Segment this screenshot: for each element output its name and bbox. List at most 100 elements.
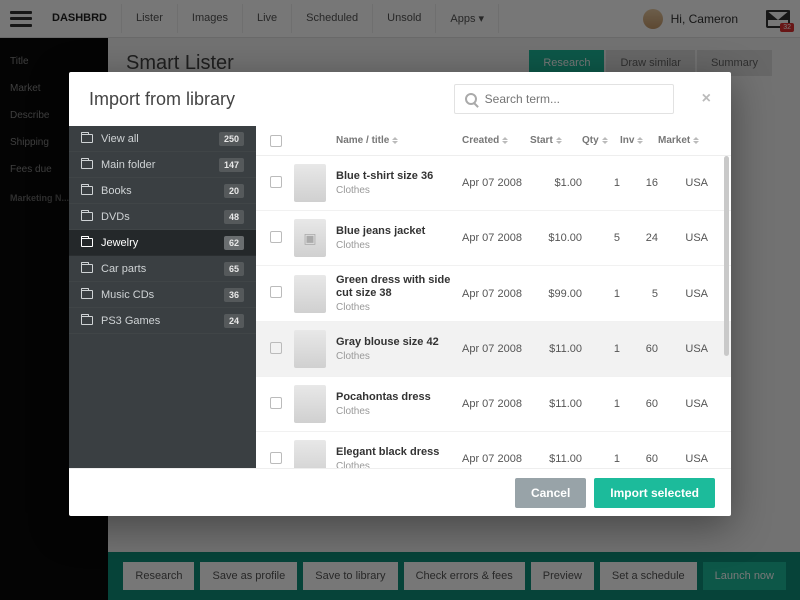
item-title: Blue jeans jacket <box>336 225 462 238</box>
table-row[interactable]: Elegant black dressClothesApr 07 2008$11… <box>256 432 731 468</box>
col-start[interactable]: Start <box>530 135 582 146</box>
folder-label: DVDs <box>101 211 130 223</box>
folder-label: PS3 Games <box>101 315 160 327</box>
folder-icon <box>81 264 93 273</box>
folder-books[interactable]: Books20 <box>69 178 256 204</box>
folder-music-cds[interactable]: Music CDs 36 <box>69 282 256 308</box>
item-category: Clothes <box>336 406 462 417</box>
col-name[interactable]: Name / title <box>336 135 462 146</box>
table-row[interactable]: Pocahontas dress ClothesApr 07 2008$11.00… <box>256 377 731 432</box>
table-row[interactable]: Blue t-shirt size 36ClothesApr 07 2008$1… <box>256 156 731 211</box>
search-input[interactable] <box>485 92 663 106</box>
cell-qty: 1 <box>582 398 620 410</box>
import-library-modal: Import from library × View all 250 Main fo… <box>69 72 731 516</box>
row-checkbox[interactable] <box>270 397 282 409</box>
search-field[interactable] <box>454 84 674 114</box>
item-category: Clothes <box>336 461 462 468</box>
row-checkbox[interactable] <box>270 342 282 354</box>
folder-icon <box>81 316 93 325</box>
item-thumbnail <box>294 275 326 313</box>
sort-icon <box>693 137 699 144</box>
cell-market: USA <box>658 343 708 355</box>
cell-qty: 5 <box>582 232 620 244</box>
cell-qty: 1 <box>582 343 620 355</box>
cell-start: $11.00 <box>530 343 582 355</box>
import-selected-button[interactable]: Import selected <box>594 478 715 508</box>
cell-created: Apr 07 2008 <box>462 177 530 189</box>
col-inv[interactable]: Inv <box>620 135 658 146</box>
row-checkbox[interactable] <box>270 452 282 464</box>
sort-icon <box>502 137 508 144</box>
folder-count: 147 <box>219 158 244 172</box>
folder-icon <box>81 134 93 143</box>
table-row[interactable]: Green dress with side cut size 38 Clothes… <box>256 266 731 322</box>
select-all-checkbox[interactable] <box>270 135 282 147</box>
folder-label: View all <box>101 133 139 145</box>
col-market[interactable]: Market <box>658 135 708 146</box>
search-icon <box>465 93 477 105</box>
folder-count: 36 <box>224 288 244 302</box>
folder-car-parts[interactable]: Car parts65 <box>69 256 256 282</box>
item-thumbnail <box>294 330 326 368</box>
folder-view-all[interactable]: View all 250 <box>69 126 256 152</box>
cell-market: USA <box>658 288 708 300</box>
item-title: Green dress with side cut size 38 <box>336 274 462 300</box>
folder-count: 65 <box>224 262 244 276</box>
folder-main-folder[interactable]: Main folder147 <box>69 152 256 178</box>
item-thumbnail <box>294 385 326 423</box>
table-row[interactable]: ▣Blue jeans jacketClothesApr 07 2008$10.… <box>256 211 731 266</box>
cell-start: $11.00 <box>530 398 582 410</box>
item-thumbnail <box>294 164 326 202</box>
folder-count: 24 <box>224 314 244 328</box>
item-title: Gray blouse size 42 <box>336 336 462 349</box>
item-title: Blue t-shirt size 36 <box>336 170 462 183</box>
cell-start: $11.00 <box>530 453 582 465</box>
folder-icon <box>81 186 93 195</box>
cell-market: USA <box>658 232 708 244</box>
cell-start: $10.00 <box>530 232 582 244</box>
cell-inv: 5 <box>620 288 658 300</box>
cell-qty: 1 <box>582 288 620 300</box>
row-checkbox[interactable] <box>270 286 282 298</box>
scrollbar[interactable] <box>724 156 729 356</box>
cell-market: USA <box>658 453 708 465</box>
folder-label: Music CDs <box>101 289 154 301</box>
sort-icon <box>556 137 562 144</box>
folder-dvds[interactable]: DVDs48 <box>69 204 256 230</box>
cell-created: Apr 07 2008 <box>462 453 530 465</box>
folder-jewelry[interactable]: Jewelry 62 <box>69 230 256 256</box>
item-title: Pocahontas dress <box>336 391 462 404</box>
col-qty[interactable]: Qty <box>582 135 620 146</box>
item-category: Clothes <box>336 240 462 251</box>
folder-label: Jewelry <box>101 237 138 249</box>
sort-icon <box>392 137 398 144</box>
folder-count: 62 <box>224 236 244 250</box>
folder-icon <box>81 290 93 299</box>
row-checkbox[interactable] <box>270 176 282 188</box>
row-checkbox[interactable] <box>270 231 282 243</box>
col-created[interactable]: Created <box>462 135 530 146</box>
table-row[interactable]: Gray blouse size 42ClothesApr 07 2008$11… <box>256 322 731 377</box>
items-table: Name / title Created Start Qty Inv Marke… <box>256 126 731 468</box>
cell-qty: 1 <box>582 177 620 189</box>
item-category: Clothes <box>336 302 462 313</box>
folder-count: 20 <box>224 184 244 198</box>
cell-start: $1.00 <box>530 177 582 189</box>
sort-icon <box>602 137 608 144</box>
folder-ps3-games[interactable]: PS3 Games 24 <box>69 308 256 334</box>
folder-icon <box>81 238 93 247</box>
cancel-button[interactable]: Cancel <box>515 478 586 508</box>
close-icon[interactable]: × <box>702 90 711 108</box>
cell-inv: 24 <box>620 232 658 244</box>
cell-created: Apr 07 2008 <box>462 398 530 410</box>
cell-inv: 16 <box>620 177 658 189</box>
cell-created: Apr 07 2008 <box>462 232 530 244</box>
cell-inv: 60 <box>620 398 658 410</box>
modal-title: Import from library <box>89 89 235 110</box>
cell-inv: 60 <box>620 343 658 355</box>
folder-count: 250 <box>219 132 244 146</box>
cell-market: USA <box>658 398 708 410</box>
sort-icon <box>637 137 643 144</box>
cell-created: Apr 07 2008 <box>462 288 530 300</box>
cell-inv: 60 <box>620 453 658 465</box>
